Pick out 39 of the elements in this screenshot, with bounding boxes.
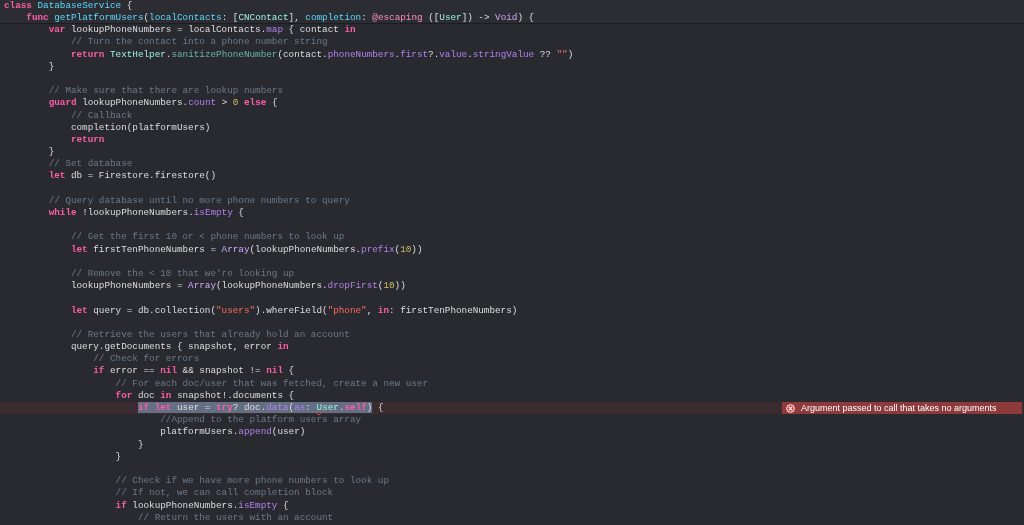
- code-line: let firstTenPhoneNumbers = Array(lookupPhoneNumbers.prefix(10)): [69, 243, 423, 255]
- code-line: query.getDocuments { snapshot, error in: [69, 341, 289, 353]
- code-line: }: [47, 146, 55, 158]
- code-line: // Query database until no more phone numbers to query: [47, 194, 350, 206]
- code-line: }: [47, 60, 55, 72]
- code-line: // Remove the < 10 that we're looking up: [69, 267, 295, 279]
- code-line: completion(platformUsers): [69, 121, 211, 133]
- code-line: let db = Firestore.firestore(): [47, 170, 217, 182]
- code-line: }: [136, 438, 144, 450]
- code-line: // For each doc/user that was fetched, create a new user: [114, 377, 429, 389]
- code-line: var lookupPhoneNumbers = localContacts.map { contact in: [47, 24, 356, 36]
- error-icon: [786, 403, 795, 413]
- code-line: // Return the users with an account: [136, 511, 334, 523]
- code-line: if error == nil && snapshot != nil {: [92, 365, 295, 377]
- code-line: platformUsers.append(user): [159, 426, 306, 438]
- code-line: // Callback: [69, 109, 133, 121]
- code-line: // Make sure that there are lookup numbers: [47, 85, 283, 97]
- code-line: // Check for errors: [92, 353, 200, 365]
- code-line: }: [114, 450, 122, 462]
- code-line: while !lookupPhoneNumbers.isEmpty {: [47, 207, 244, 218]
- code-line: func getPlatformUsers(localContacts: [CNContact], completion: @escaping ([User]) -> Void) {: [25, 11, 535, 23]
- code-line: // Retrieve the users that already hold an account: [69, 328, 350, 340]
- code-line: // Get the first 10 or < phone numbers to look up: [69, 231, 345, 243]
- code-line: for doc in snapshot!.documents {: [114, 389, 295, 401]
- code-line: return: [69, 133, 105, 145]
- code-line: if lookupPhoneNumbers.isEmpty {: [114, 499, 289, 511]
- code-line: // Turn the contact into a phone number string: [69, 36, 328, 48]
- code-line: class DatabaseService {: [4, 0, 133, 11]
- code-line: let query = db.collection("users").whereField("phone", in: firstTenPhoneNumbers): [69, 304, 518, 316]
- code-line: if let user = try? doc.data(as: User.self) {: [136, 402, 384, 413]
- text-selection: if let user = try? doc.data(as: User.self): [137, 402, 373, 413]
- code-line: // Set database: [47, 158, 133, 170]
- code-line: // If not, we can call completion block: [114, 487, 334, 499]
- code-line: //Append to the platform users array: [159, 414, 362, 426]
- code-line: return TextHelper.sanitizePhoneNumber(contact.phoneNumbers.first?.value.stringValue ?? ""): [69, 48, 574, 60]
- code-line: lookupPhoneNumbers = Array(lookupPhoneNumbers.dropFirst(10)): [69, 280, 406, 292]
- code-line: guard lookupPhoneNumbers.count > 0 else {: [47, 97, 278, 109]
- code-line: // Check if we have more phone numbers to look up: [114, 475, 389, 487]
- error-message: Argument passed to call that takes no arguments: [801, 402, 997, 415]
